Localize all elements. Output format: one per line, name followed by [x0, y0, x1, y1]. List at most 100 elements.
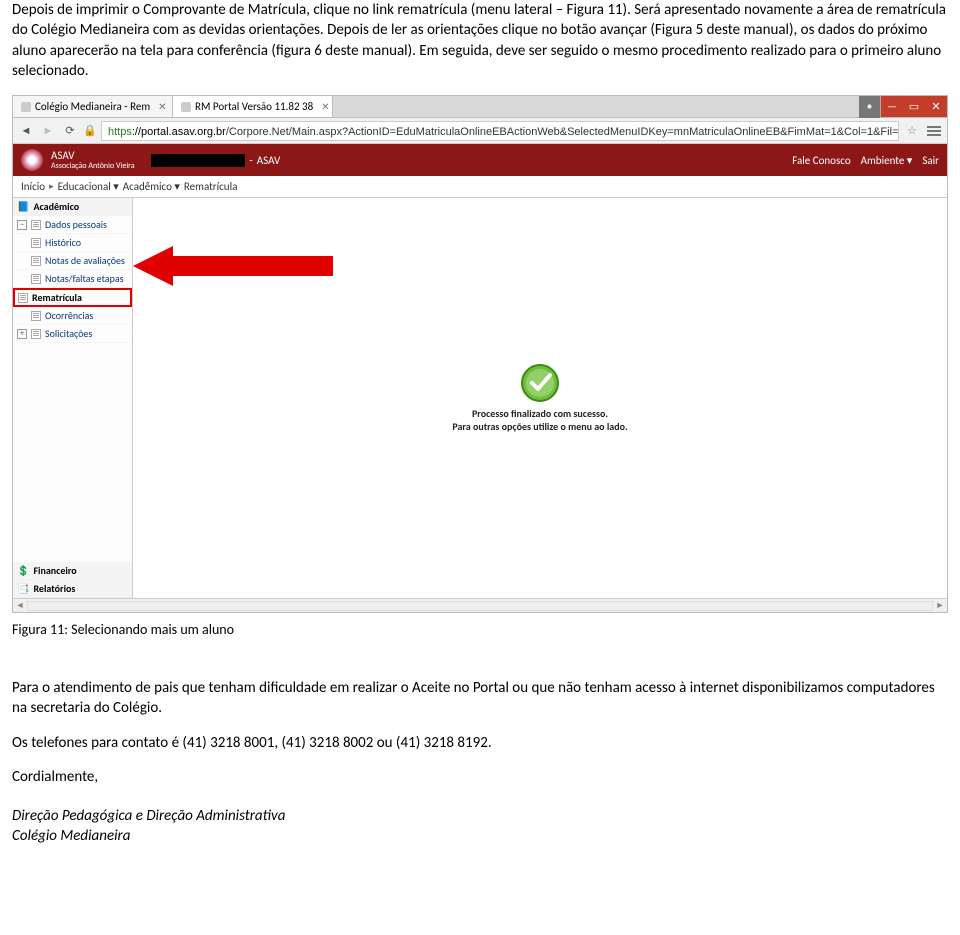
signature: Direção Pedagógica e Direção Administrat…	[12, 807, 948, 846]
sidebar-item-label: Histórico	[45, 236, 81, 249]
check-circle-icon	[520, 363, 560, 403]
closing-paragraph-1: Para o atendimento de pais que tenham di…	[12, 678, 948, 719]
address-bar[interactable]: https://portal.asav.org.br/Corpore.Net/M…	[101, 121, 899, 141]
breadcrumb-item[interactable]: Educacional ▾	[58, 180, 119, 193]
back-button[interactable]: ◄	[17, 122, 35, 140]
horizontal-scrollbar[interactable]: ◄ ►	[13, 598, 947, 612]
app-header: ASAV Associação Antônio Vieira XXXXXXXXX…	[13, 144, 947, 176]
sidebar-section-label: Financeiro	[33, 564, 76, 577]
doc-icon	[18, 293, 28, 303]
closing-text: Para o atendimento de pais que tenham di…	[12, 678, 948, 846]
maximize-button[interactable]: ▭	[903, 96, 925, 118]
reload-button[interactable]: ⟳	[61, 122, 79, 140]
doc-icon	[31, 311, 41, 321]
forward-button[interactable]: ►	[39, 122, 57, 140]
book-icon: 📘	[17, 200, 29, 213]
separator: -	[249, 154, 252, 167]
sidebar-item-ocorrencias[interactable]: + Ocorrências	[13, 307, 132, 325]
sidebar-item-historico[interactable]: + Histórico	[13, 234, 132, 252]
doc-icon	[31, 256, 41, 266]
address-bar-row: ◄ ► ⟳ 🔒 https://portal.asav.org.br/Corpo…	[13, 118, 947, 144]
favicon-icon	[21, 102, 31, 112]
close-icon[interactable]: ✕	[321, 100, 329, 113]
breadcrumb-item[interactable]: Acadêmico ▾	[123, 180, 180, 193]
sidebar-section-label: Acadêmico	[33, 200, 79, 213]
breadcrumb-item: Rematrícula	[184, 180, 237, 193]
app-body: 📘 Acadêmico − Dados pessoais + Histórico…	[13, 198, 947, 598]
app-title-main: ASAV	[51, 150, 135, 162]
browser-tab-2[interactable]: RM Portal Versão 11.82 38 ✕	[173, 96, 333, 117]
url-path: /Corpore.Net/Main.aspx?ActionID=EduMatri…	[226, 126, 899, 138]
report-icon: 📑	[17, 582, 29, 595]
sidebar-item-notas-avaliacoes[interactable]: + Notas de avaliações	[13, 252, 132, 270]
sidebar-item-label: Rematrícula	[32, 291, 82, 304]
url-domain: ://portal.asav.org.br	[132, 126, 226, 138]
intro-paragraph-1: Depois de imprimir o Comprovante de Matr…	[12, 0, 948, 81]
bookmark-icon[interactable]: ☆	[903, 122, 921, 140]
tab-label: RM Portal Versão 11.82 38	[195, 100, 313, 113]
scroll-right-icon[interactable]: ►	[933, 599, 947, 613]
chevron-icon: ▸	[49, 181, 54, 192]
browser-tab-1[interactable]: Colégio Medianeira - Rem ✕	[13, 96, 173, 117]
doc-icon	[31, 238, 41, 248]
ambiente-menu[interactable]: Ambiente ▾	[861, 154, 913, 167]
closing-salutation: Cordialmente,	[12, 767, 948, 787]
menu-button[interactable]	[925, 122, 943, 140]
lock-icon: 🔒	[83, 124, 97, 138]
sidebar-item-label: Dados pessoais	[45, 218, 107, 231]
breadcrumb-item[interactable]: Início	[21, 180, 45, 193]
screenshot-figure: Colégio Medianeira - Rem ✕ RM Portal Ver…	[12, 95, 948, 613]
sidebar-item-solicitacoes[interactable]: + Solicitações	[13, 325, 132, 343]
scroll-track[interactable]	[27, 601, 933, 611]
doc-icon	[31, 274, 41, 284]
hamburger-icon	[927, 126, 941, 136]
close-window-button[interactable]: ✕	[925, 96, 947, 118]
tab-row: Colégio Medianeira - Rem ✕ RM Portal Ver…	[13, 96, 947, 118]
sidebar-item-label: Ocorrências	[45, 309, 93, 322]
tab-label: Colégio Medianeira - Rem	[35, 100, 150, 113]
sidebar-item-rematricula[interactable]: Rematrícula	[13, 288, 132, 307]
doc-icon	[31, 220, 41, 230]
annotation-arrow-icon	[133, 246, 333, 286]
window-controls: • — ▭ ✕	[859, 96, 947, 117]
fale-conosco-link[interactable]: Fale Conosco	[792, 154, 850, 167]
sidebar: 📘 Acadêmico − Dados pessoais + Histórico…	[13, 198, 133, 598]
browser-window: Colégio Medianeira - Rem ✕ RM Portal Ver…	[12, 95, 948, 613]
main-content: Processo finalizado com sucesso. Para ou…	[133, 198, 947, 598]
success-message: Processo finalizado com sucesso. Para ou…	[452, 363, 627, 433]
user-name-redacted: XXXXXXXXXXXXXXXX	[151, 154, 246, 167]
close-icon[interactable]: ✕	[158, 100, 166, 113]
doc-icon	[31, 329, 41, 339]
tree-expand-icon[interactable]: +	[17, 329, 27, 339]
app-title: ASAV Associação Antônio Vieira	[51, 150, 135, 171]
success-line-2: Para outras opções utilize o menu ao lad…	[452, 420, 627, 433]
signature-line-2: Colégio Medianeira	[12, 827, 948, 847]
scroll-left-icon[interactable]: ◄	[13, 599, 27, 613]
favicon-icon	[181, 102, 191, 112]
signature-line-1: Direção Pedagógica e Direção Administrat…	[12, 807, 948, 827]
minimize-button[interactable]: —	[881, 96, 903, 118]
sidebar-item-dados-pessoais[interactable]: − Dados pessoais	[13, 216, 132, 234]
url-scheme: https	[108, 126, 132, 138]
success-line-1: Processo finalizado com sucesso.	[452, 407, 627, 420]
asav-logo-icon	[21, 149, 43, 171]
tree-collapse-icon[interactable]: −	[17, 220, 27, 230]
sidebar-item-label: Notas de avaliações	[45, 254, 125, 267]
context-label: ASAV	[257, 154, 280, 167]
header-right-links: Fale Conosco Ambiente ▾ Sair	[792, 154, 939, 167]
user-chip-icon[interactable]: •	[859, 96, 881, 118]
breadcrumb: Início ▸ Educacional ▾ Acadêmico ▾ Remat…	[13, 176, 947, 198]
sidebar-section-academico[interactable]: 📘 Acadêmico	[13, 198, 132, 216]
sidebar-item-label: Notas/faltas etapas	[45, 272, 124, 285]
closing-paragraph-2: Os telefones para contato é (41) 3218 80…	[12, 733, 948, 753]
app-title-sub: Associação Antônio Vieira	[51, 162, 135, 171]
sidebar-section-financeiro[interactable]: 💲 Financeiro	[13, 562, 132, 580]
figure-caption: Figura 11: Selecionando mais um aluno	[12, 621, 948, 638]
sidebar-spacer	[13, 343, 132, 562]
sidebar-item-notas-faltas[interactable]: + Notas/faltas etapas	[13, 270, 132, 288]
sidebar-item-label: Solicitações	[45, 327, 92, 340]
sidebar-section-relatorios[interactable]: 📑 Relatórios	[13, 580, 132, 598]
sidebar-section-label: Relatórios	[33, 582, 75, 595]
sair-link[interactable]: Sair	[922, 154, 939, 167]
money-icon: 💲	[17, 564, 29, 577]
